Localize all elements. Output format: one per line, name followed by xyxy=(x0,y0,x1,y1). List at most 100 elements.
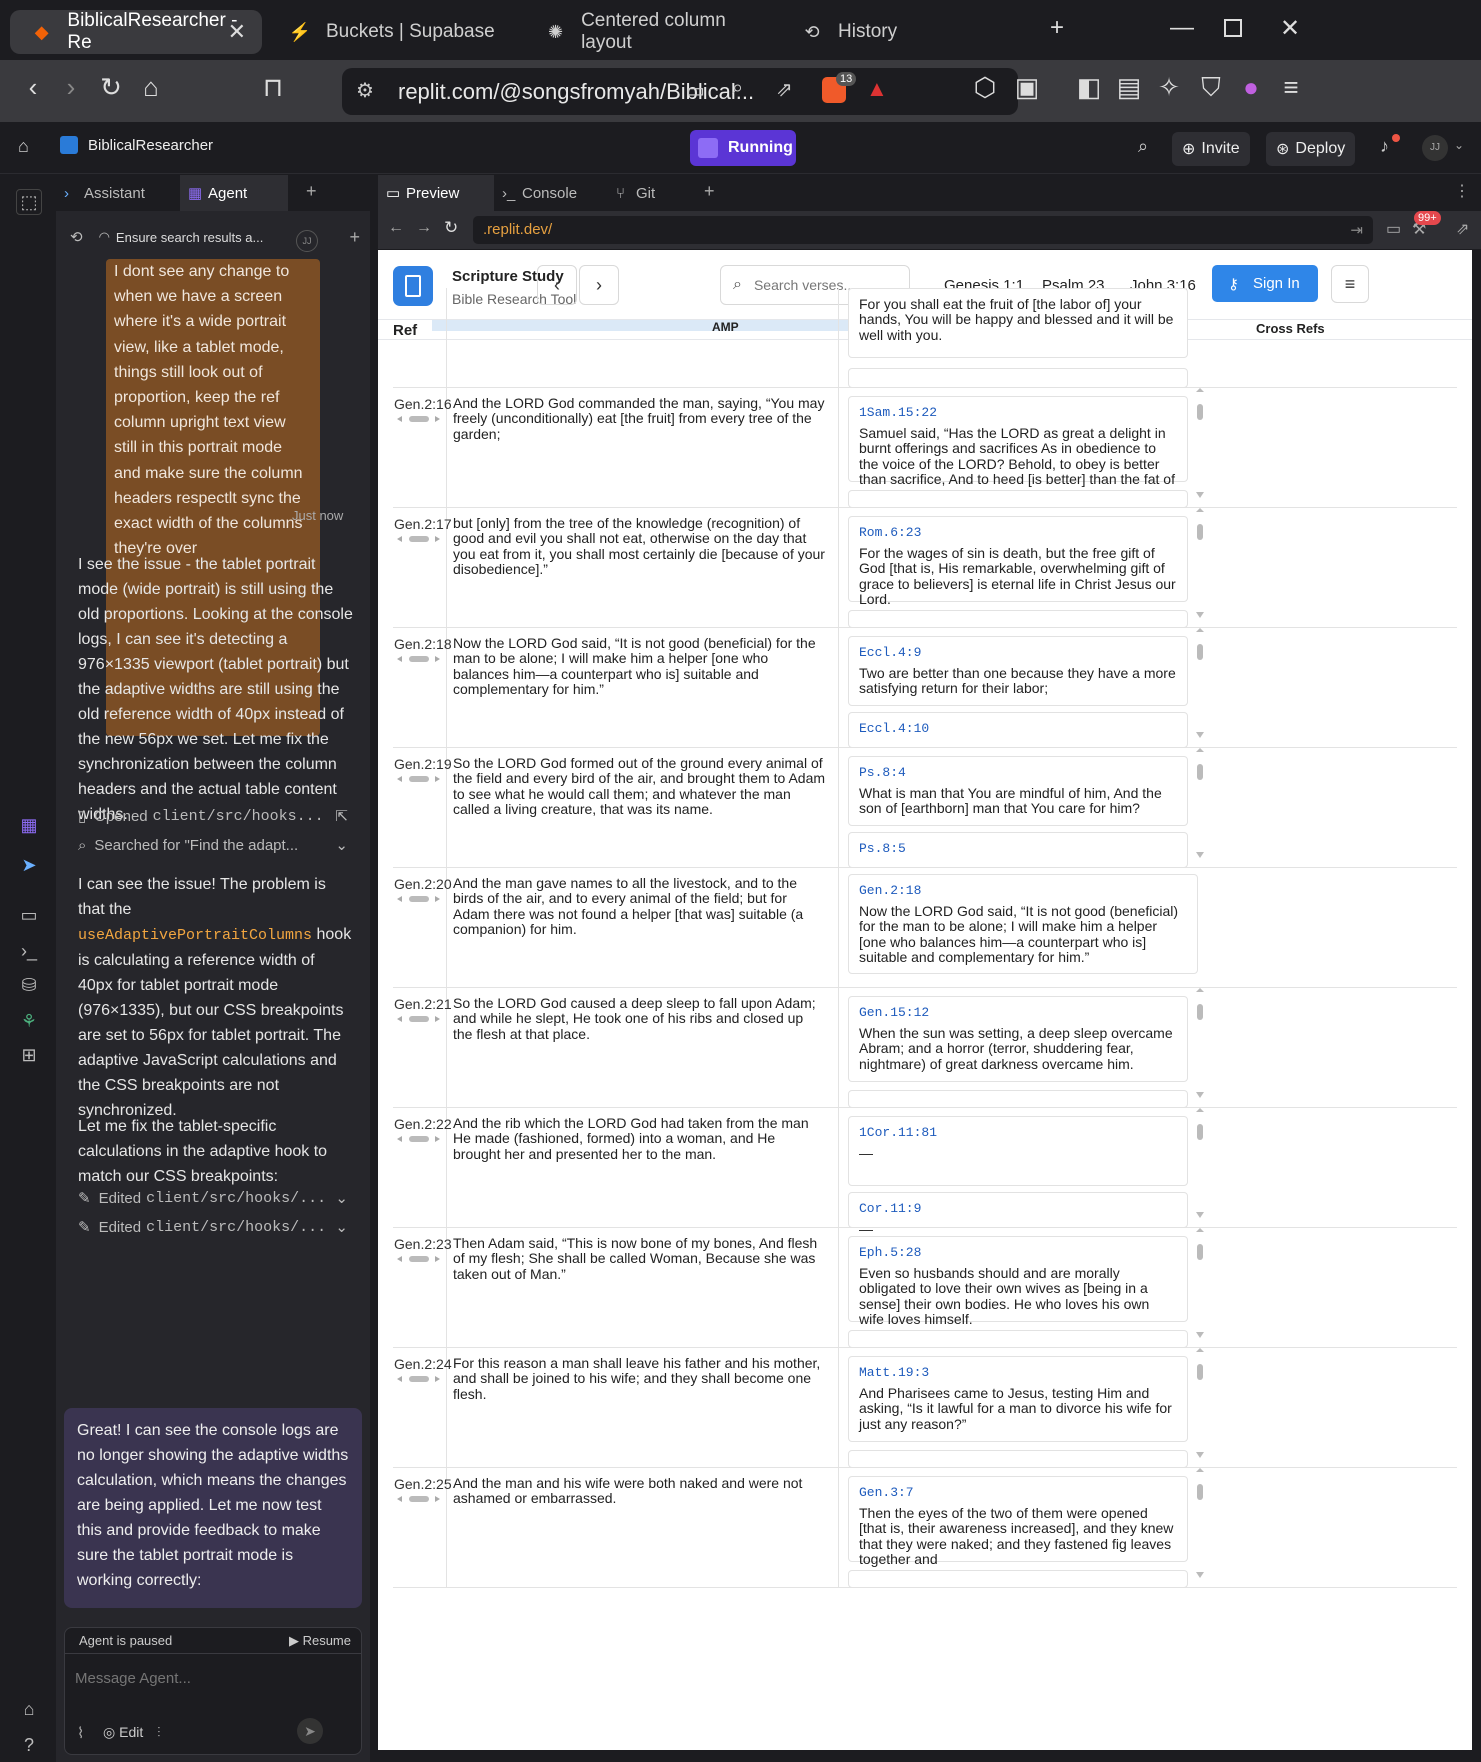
notifications-icon[interactable]: ♪ xyxy=(1380,136,1389,157)
project-name[interactable]: BiblicalResearcher xyxy=(88,137,213,154)
leo-ai-icon[interactable]: ✧ xyxy=(1150,72,1188,103)
verse-nav-control[interactable] xyxy=(397,415,459,423)
cross-ref-card[interactable]: Rom.6:23 For the wages of sin is death, b… xyxy=(848,516,1188,607)
new-tab-icon[interactable]: + xyxy=(704,181,715,202)
send-icon[interactable]: ➤ xyxy=(297,1718,323,1744)
cross-ref-link[interactable]: Cor.11:9 xyxy=(859,1201,1177,1216)
vpn-icon[interactable]: ⛉ xyxy=(1192,72,1230,104)
reload-icon[interactable]: ↻ xyxy=(444,218,458,238)
site-settings-icon[interactable]: ⚙ xyxy=(356,78,374,103)
preview-icon[interactable]: ▭ xyxy=(16,905,42,926)
go-icon[interactable]: ⇥ xyxy=(1350,221,1363,239)
verse-nav-control[interactable] xyxy=(397,655,459,663)
tab-console[interactable]: ›_ Console xyxy=(494,175,608,211)
cross-ref-card-partial[interactable] xyxy=(848,1090,1188,1108)
cross-ref-card-partial[interactable] xyxy=(848,490,1188,508)
tab-agent[interactable]: ▦ Agent xyxy=(180,175,288,211)
verse-nav-control[interactable] xyxy=(397,1255,459,1263)
cross-ref-link[interactable]: 1Cor.11:81 xyxy=(859,1125,1177,1140)
cross-ref-scrollbar[interactable] xyxy=(1195,988,1205,1098)
all-tools-icon[interactable]: ⊞ xyxy=(16,1045,42,1066)
cross-ref-card[interactable]: Eph.5:28 Even so husbands should and are … xyxy=(848,1236,1188,1327)
cross-ref-link[interactable]: Gen.3:7 xyxy=(859,1485,1177,1500)
verse-nav-control[interactable] xyxy=(397,1135,459,1143)
new-thread-icon[interactable]: + xyxy=(349,227,360,248)
home-icon[interactable]: ⌂ xyxy=(18,136,29,157)
cross-ref-card[interactable]: Matt.19:3 And Pharisees came to Jesus, te… xyxy=(848,1356,1188,1442)
cross-ref-card-partial[interactable] xyxy=(848,368,1188,388)
home-icon[interactable]: ⌂ xyxy=(132,72,170,103)
invite-button[interactable]: ⊕ Invite xyxy=(1172,132,1250,166)
new-tab-icon[interactable]: + xyxy=(306,181,317,202)
deployments-icon[interactable]: ⚘ xyxy=(16,1011,42,1032)
agent-icon[interactable]: ▦ xyxy=(16,815,42,836)
zoom-icon[interactable]: ⌕ xyxy=(732,77,743,100)
verse-ref[interactable]: Gen.2:21 xyxy=(394,996,452,1012)
cross-ref-link[interactable]: Eccl.4:9 xyxy=(859,645,1177,660)
verse-ref[interactable]: Gen.2:24 xyxy=(394,1356,452,1372)
verse-ref[interactable]: Gen.2:23 xyxy=(394,1236,452,1252)
action-edited-file[interactable]: ✎ Edited client/src/hooks/... ⌄ xyxy=(78,1214,348,1240)
cross-ref-card[interactable]: Ps.8:4 What is man that You are mindful o… xyxy=(848,756,1188,826)
cross-ref-link[interactable]: Eccl.4:10 xyxy=(859,721,1177,736)
cross-ref-card-partial[interactable] xyxy=(848,610,1188,628)
new-tab-icon[interactable]: + xyxy=(1050,14,1064,42)
verse-nav-control[interactable] xyxy=(397,1375,459,1383)
verse-ref[interactable]: Gen.2:18 xyxy=(394,636,452,652)
cross-ref-link[interactable]: Matt.19:3 xyxy=(859,1365,1177,1380)
verse-ref[interactable]: Gen.2:19 xyxy=(394,756,452,772)
cross-ref-card-partial[interactable] xyxy=(848,1570,1188,1588)
action-edited-file[interactable]: ✎ Edited client/src/hooks/... ⌄ xyxy=(78,1185,348,1211)
chevron-down-icon[interactable]: ⌄ xyxy=(335,1189,348,1207)
cross-ref-card[interactable]: Eccl.4:9 Two are better than one because … xyxy=(848,636,1188,706)
cross-ref-scrollbar[interactable] xyxy=(1195,1348,1205,1458)
verse-ref[interactable]: Gen.2:17 xyxy=(394,516,452,532)
question-icon[interactable]: ? xyxy=(16,1735,42,1756)
cross-ref-link[interactable]: 1Sam.15:22 xyxy=(859,405,1177,420)
minimize-icon[interactable]: — xyxy=(1170,14,1194,42)
history-icon[interactable]: ⟲ xyxy=(70,228,83,246)
cross-ref-scrollbar[interactable] xyxy=(1195,508,1205,618)
cross-ref-link[interactable]: Gen.2:18 xyxy=(859,883,1187,898)
action-opened-file[interactable]: ▯ Opened client/src/hooks... ⇱ xyxy=(78,803,348,829)
edit-mode-button[interactable]: ◎ Edit xyxy=(103,1724,143,1741)
attach-icon[interactable]: ⌇ xyxy=(77,1724,84,1742)
cross-ref-card[interactable]: For you shall eat the fruit of [the labo… xyxy=(848,288,1188,358)
cross-ref-scrollbar[interactable] xyxy=(1195,1228,1205,1338)
screenshot-icon[interactable]: ▣ xyxy=(1008,72,1046,103)
verse-ref[interactable]: Gen.2:22 xyxy=(394,1116,452,1132)
profile-icon[interactable]: ● xyxy=(1232,72,1270,103)
cross-ref-card[interactable]: 1Cor.11:81 — xyxy=(848,1116,1188,1186)
cross-ref-scrollbar[interactable] xyxy=(1195,628,1205,738)
browser-tab[interactable]: ⚡ Buckets | Supabase xyxy=(268,10,518,54)
cross-ref-link[interactable]: Eph.5:28 xyxy=(859,1245,1177,1260)
cross-ref-link[interactable]: Gen.15:12 xyxy=(859,1005,1177,1020)
verse-ref[interactable]: Gen.2:20 xyxy=(394,876,452,892)
bookmark-icon[interactable]: ⊓ xyxy=(254,72,292,103)
forward-icon[interactable]: › xyxy=(52,72,90,103)
browser-tab-active[interactable]: ◆ BiblicalResearcher - Re ✕ xyxy=(10,10,262,54)
cross-ref-scrollbar[interactable] xyxy=(1195,388,1205,498)
cross-ref-scrollbar[interactable] xyxy=(1195,748,1205,858)
cross-ref-link[interactable]: Rom.6:23 xyxy=(859,525,1177,540)
deploy-button[interactable]: ⊛ Deploy xyxy=(1266,132,1356,166)
browser-tab[interactable]: ⟲ History xyxy=(780,10,1030,54)
assistant-icon[interactable]: ➤ xyxy=(16,855,42,876)
search-icon[interactable]: ⌕ xyxy=(1138,136,1148,157)
verse-nav-control[interactable] xyxy=(397,1495,459,1503)
resume-button[interactable]: ▶ Resume xyxy=(289,1633,351,1649)
sidebar-icon[interactable]: ◧ xyxy=(1070,72,1108,103)
brave-rewards-icon[interactable]: ▲ xyxy=(866,76,888,102)
chevron-down-icon[interactable]: ⌄ xyxy=(1454,138,1464,152)
cross-ref-card[interactable]: 1Sam.15:22 Samuel said, “Has the LORD as … xyxy=(848,396,1188,502)
close-window-icon[interactable]: ✕ xyxy=(1280,14,1300,43)
back-icon[interactable]: ‹ xyxy=(14,72,52,103)
verse-nav-control[interactable] xyxy=(397,1015,459,1023)
cross-ref-link[interactable]: Ps.8:5 xyxy=(859,841,1177,856)
tab-git[interactable]: ⑂ Git xyxy=(608,175,688,211)
cross-ref-card[interactable]: Ps.8:5 xyxy=(848,832,1188,868)
menu-icon[interactable]: ≡ xyxy=(1272,72,1310,103)
avatar[interactable]: JJ xyxy=(1422,135,1448,161)
forward-icon[interactable]: → xyxy=(416,219,432,237)
wallet-icon[interactable]: ▤ xyxy=(1110,72,1148,103)
